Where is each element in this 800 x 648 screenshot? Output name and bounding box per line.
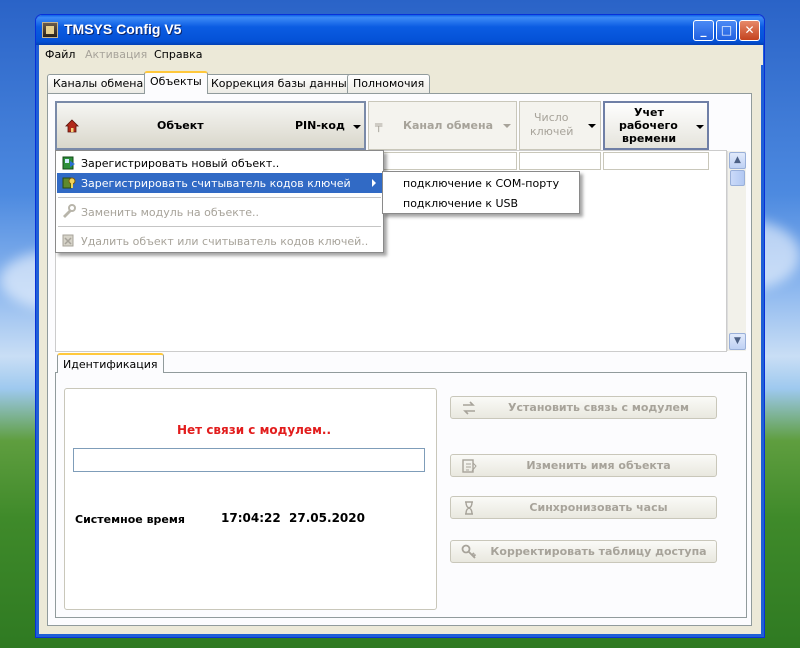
menu-item-label: Зарегистрировать считыватель кодов ключе…: [81, 177, 351, 190]
time-header-line1: Учет: [634, 106, 664, 119]
keys-header-line2: ключей: [530, 125, 574, 138]
pin-header-label: PIN-код: [295, 119, 345, 132]
object-column-header[interactable]: Объект PIN-код: [55, 101, 366, 150]
window-title: TMSYS Config V5: [64, 21, 182, 37]
channel-header-label: Канал обмена: [403, 119, 494, 132]
connect-module-label: Установить связь с модулем: [508, 401, 689, 414]
chevron-down-icon: [696, 125, 704, 129]
tab-identification[interactable]: Идентификация: [57, 353, 164, 373]
context-menu: Зарегистрировать новый объект.. Зарегист…: [55, 150, 384, 253]
menu-item-label: Удалить объект или считыватель кодов клю…: [81, 235, 369, 248]
scroll-thumb[interactable]: [730, 170, 745, 186]
system-time-label: Системное время: [75, 513, 185, 526]
antenna-icon: ╤: [375, 118, 383, 132]
object-header-label: Объект: [157, 119, 204, 132]
menu-file[interactable]: Файл: [45, 48, 75, 61]
rename-object-label: Изменить имя объекта: [526, 459, 671, 472]
time-header-line3: времени: [622, 132, 677, 145]
key-reader-icon: [61, 175, 76, 190]
time-tracking-column-header[interactable]: Учет рабочего времени: [603, 101, 709, 150]
keys-column-header[interactable]: Число ключей: [519, 101, 601, 150]
register-object-icon: [61, 155, 76, 170]
minimize-button[interactable]: _: [693, 20, 714, 41]
menu-item-replace-module[interactable]: Заменить модуль на объекте..: [57, 202, 382, 222]
chevron-down-icon: [353, 125, 361, 129]
menu-item-register-key-reader[interactable]: Зарегистрировать считыватель кодов ключе…: [57, 173, 382, 193]
grid-cell: [603, 152, 709, 170]
sync-clock-label: Синхронизовать часы: [529, 501, 668, 514]
maximize-button[interactable]: □: [716, 20, 737, 41]
delete-icon: [61, 233, 76, 248]
title-bar[interactable]: TMSYS Config V5 _ □ ✕: [36, 15, 764, 45]
app-icon[interactable]: [42, 22, 58, 38]
scroll-down-button[interactable]: ▼: [729, 333, 746, 350]
chevron-down-icon: [588, 124, 596, 128]
menu-item-register-object[interactable]: Зарегистрировать новый объект..: [57, 153, 382, 173]
connection-status-box: [64, 388, 437, 610]
menu-item-label: Заменить модуль на объекте..: [81, 206, 260, 219]
scroll-up-button[interactable]: ▲: [729, 152, 746, 169]
replace-module-icon: [61, 204, 76, 219]
grid-cell: [519, 152, 601, 170]
sync-clock-button[interactable]: Синхронизовать часы: [450, 496, 717, 519]
menu-help[interactable]: Справка: [154, 48, 202, 61]
keys-header-line1: Число: [534, 111, 569, 124]
edit-access-table-button[interactable]: Корректировать таблицу доступа: [450, 540, 717, 563]
menu-separator: [58, 197, 381, 198]
system-time-value: 17:04:22 27.05.2020: [221, 511, 365, 525]
menu-item-label: Зарегистрировать новый объект..: [81, 157, 280, 170]
channel-column-header[interactable]: ╤ Канал обмена: [368, 101, 517, 150]
menu-item-delete[interactable]: Удалить объект или считыватель кодов клю…: [57, 231, 382, 251]
status-field: [73, 448, 425, 472]
rename-object-button[interactable]: Изменить имя объекта: [450, 454, 717, 477]
tab-db-correction[interactable]: Коррекция базы данных: [205, 74, 360, 93]
house-icon: [65, 119, 79, 133]
tab-objects[interactable]: Объекты: [144, 71, 208, 94]
connection-status-message: Нет связи с модулем..: [177, 423, 331, 437]
close-button[interactable]: ✕: [739, 20, 760, 41]
menu-bar: Файл Активация Справка: [39, 45, 763, 65]
submenu-item-com-port[interactable]: подключение к COM-порту: [403, 177, 559, 190]
tab-permissions[interactable]: Полномочия: [347, 74, 431, 93]
chevron-down-icon: [503, 124, 511, 128]
connect-module-button[interactable]: Установить связь с модулем: [450, 396, 717, 419]
submenu-item-usb[interactable]: подключение к USB: [403, 197, 518, 210]
menu-separator: [58, 226, 381, 227]
tab-exchange-channels[interactable]: Каналы обмена: [47, 74, 150, 93]
time-header-line2: рабочего: [619, 119, 678, 132]
edit-access-table-label: Корректировать таблицу доступа: [490, 545, 707, 558]
submenu-arrow-icon: [372, 179, 376, 187]
vertical-scrollbar[interactable]: ▲ ▼: [727, 151, 746, 351]
grid-cell: [383, 152, 517, 170]
menu-activation[interactable]: Активация: [85, 48, 147, 61]
submenu: подключение к COM-порту подключение к US…: [382, 171, 580, 214]
